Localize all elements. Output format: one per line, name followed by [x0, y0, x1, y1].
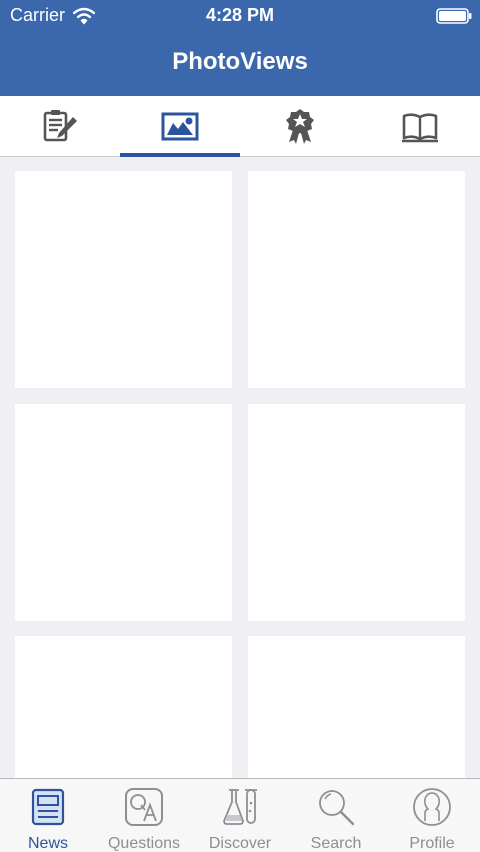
- photo-tile[interactable]: [248, 404, 465, 621]
- tab-profile[interactable]: Profile: [384, 779, 480, 852]
- news-icon: [31, 788, 65, 826]
- tab-news[interactable]: News: [0, 779, 96, 852]
- tab-photos[interactable]: [120, 96, 240, 157]
- award-icon: [286, 109, 314, 144]
- tab-questions[interactable]: Questions: [96, 779, 192, 852]
- tab-library[interactable]: [360, 96, 480, 156]
- top-segment-tabs: [0, 96, 480, 157]
- tab-discover-label: Discover: [208, 835, 272, 852]
- edit-icon: [43, 110, 77, 142]
- tab-posts[interactable]: [0, 96, 120, 156]
- status-time: 4:28 PM: [205, 5, 275, 25]
- photo-grid: [0, 157, 480, 778]
- photo-tile[interactable]: [15, 171, 232, 388]
- tab-discover[interactable]: Discover: [192, 779, 288, 852]
- navigation-header: Carrier 4:28 PM PhotoViews: [0, 0, 480, 96]
- photo-tile[interactable]: [15, 636, 232, 778]
- tab-news-label: News: [27, 835, 68, 852]
- battery-icon: [436, 8, 472, 24]
- status-bar: Carrier 4:28 PM: [0, 0, 480, 32]
- bottom-tab-bar: News Questions Discover Search Profile: [0, 778, 480, 852]
- flask-icon: [223, 789, 257, 825]
- photo-tile[interactable]: [15, 404, 232, 621]
- photo-tile[interactable]: [248, 636, 465, 778]
- tab-search[interactable]: Search: [288, 779, 384, 852]
- profile-icon: [413, 788, 451, 826]
- book-icon: [402, 113, 438, 143]
- qa-icon: [125, 788, 163, 826]
- tab-awards[interactable]: [240, 96, 360, 156]
- search-icon: [319, 790, 355, 826]
- photo-tile[interactable]: [248, 171, 465, 388]
- tab-search-label: Search: [310, 835, 362, 852]
- photo-icon: [161, 112, 199, 141]
- tab-questions-label: Questions: [107, 835, 181, 852]
- tab-profile-label: Profile: [409, 835, 455, 852]
- page-title: PhotoViews: [172, 48, 308, 75]
